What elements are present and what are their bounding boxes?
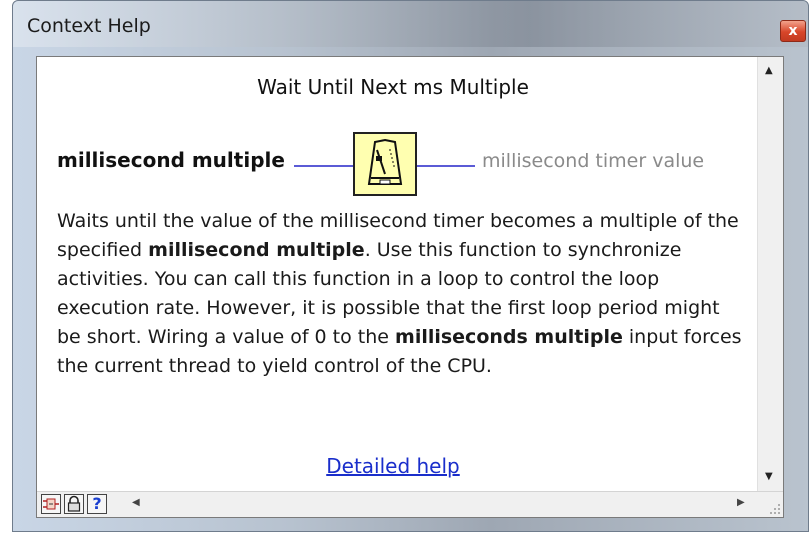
lock-button[interactable] [64, 494, 84, 514]
detailed-help-link[interactable]: Detailed help [37, 454, 749, 478]
resize-grip-icon[interactable] [769, 503, 781, 515]
description-term: millisecond multiple [148, 239, 365, 261]
detailed-help-link-text[interactable]: Detailed help [326, 454, 460, 478]
bottom-toolbar: ? ◀ ▶ [37, 491, 783, 517]
description-term: milliseconds multiple [395, 326, 623, 348]
scroll-up-icon[interactable]: ▲ [765, 65, 773, 76]
close-button[interactable]: x [780, 20, 806, 42]
help-content: Wait Until Next ms Multiple millisecond … [37, 57, 779, 491]
input-wire [294, 165, 354, 167]
close-icon: x [788, 23, 798, 39]
lock-icon [67, 495, 81, 512]
metronome-icon [353, 132, 417, 196]
output-terminal-label: millisecond timer value [482, 150, 705, 172]
function-description: Waits until the value of the millisecond… [57, 207, 747, 381]
help-button[interactable]: ? [87, 494, 107, 514]
scroll-left-icon[interactable]: ◀ [132, 497, 140, 508]
window-title: Context Help [27, 15, 151, 37]
title-bar[interactable]: Context Help x [13, 1, 808, 47]
connector-pane-diagram: millisecond multiple millisecond timer v… [37, 132, 779, 202]
show-optional-terminals-button[interactable] [41, 494, 61, 514]
help-icon: ? [92, 494, 102, 513]
function-title: Wait Until Next ms Multiple [257, 75, 529, 99]
help-pane: Wait Until Next ms Multiple millisecond … [36, 56, 784, 518]
context-help-window: Context Help x Wait Until Next ms Multip… [12, 0, 809, 532]
vertical-scrollbar[interactable]: ▲ ▼ [757, 57, 783, 491]
scroll-right-icon[interactable]: ▶ [737, 497, 745, 508]
show-optional-terminals-icon [43, 498, 59, 510]
scroll-down-icon[interactable]: ▼ [765, 471, 773, 482]
input-terminal-label: millisecond multiple [57, 148, 285, 172]
output-wire [417, 165, 475, 167]
